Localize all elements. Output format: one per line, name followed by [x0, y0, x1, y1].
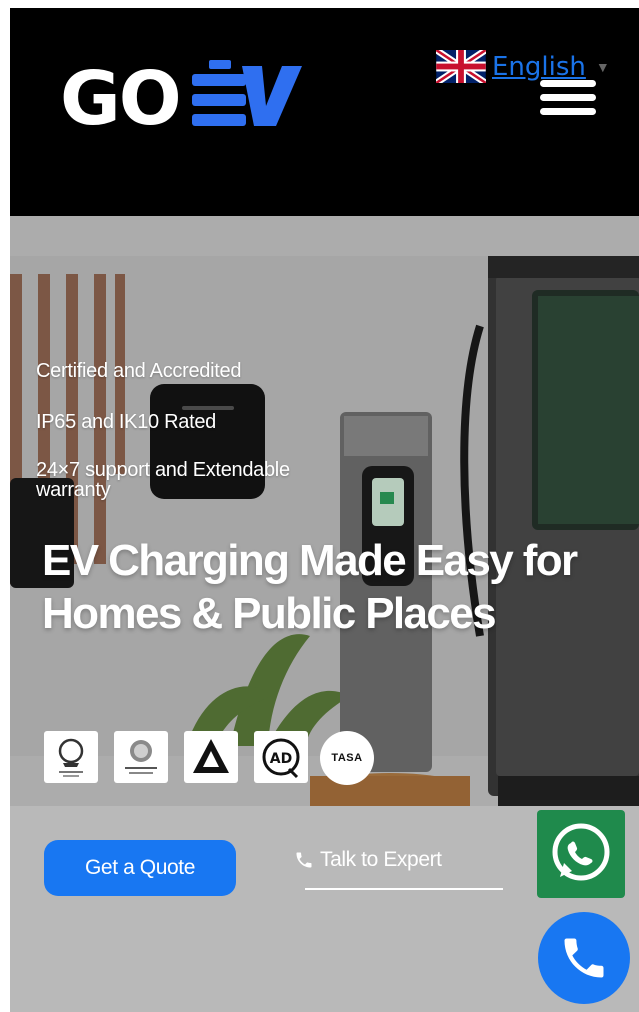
language-label: English [492, 51, 586, 82]
hamburger-menu-icon[interactable] [540, 80, 596, 116]
hero-headline: EV Charging Made Easy for Homes & Public… [42, 536, 578, 638]
svg-text:AD: AD [270, 751, 292, 767]
feature-support-warranty: 24×7 support and Extendable warranty [36, 459, 290, 501]
whatsapp-button[interactable] [537, 810, 625, 898]
language-selector[interactable]: English ▼ [436, 50, 610, 83]
whatsapp-icon [552, 823, 610, 881]
logo-battery-mark [192, 60, 246, 126]
talk-to-expert-link[interactable]: Talk to Expert [294, 848, 442, 872]
phone-icon [564, 938, 604, 978]
goev-logo[interactable]: GO [60, 58, 305, 133]
logo-text-go: GO [60, 58, 180, 133]
page: GO English ▼ Certified and Accredited IP… [10, 8, 639, 1012]
chevron-down-icon: ▼ [595, 58, 610, 75]
logo-v-mark [242, 66, 302, 126]
feature-certified: Certified and Accredited [36, 360, 242, 382]
talk-to-expert-label: Talk to Expert [320, 848, 442, 871]
get-a-quote-button[interactable]: Get a Quote [44, 840, 236, 896]
dubai-municipality-logo [44, 731, 98, 783]
tasa-logo: TASA [320, 731, 374, 785]
feature-ip-rating: IP65 and IK10 Rated [36, 411, 216, 433]
dewa-logo [114, 731, 168, 783]
adq-logo: AD [254, 731, 308, 783]
phone-icon [296, 852, 312, 868]
site-header: GO English ▼ [10, 8, 639, 216]
call-button[interactable] [538, 912, 630, 1004]
uk-flag-icon [436, 50, 486, 83]
talk-underline [305, 888, 503, 890]
dmt-logo [184, 731, 238, 783]
